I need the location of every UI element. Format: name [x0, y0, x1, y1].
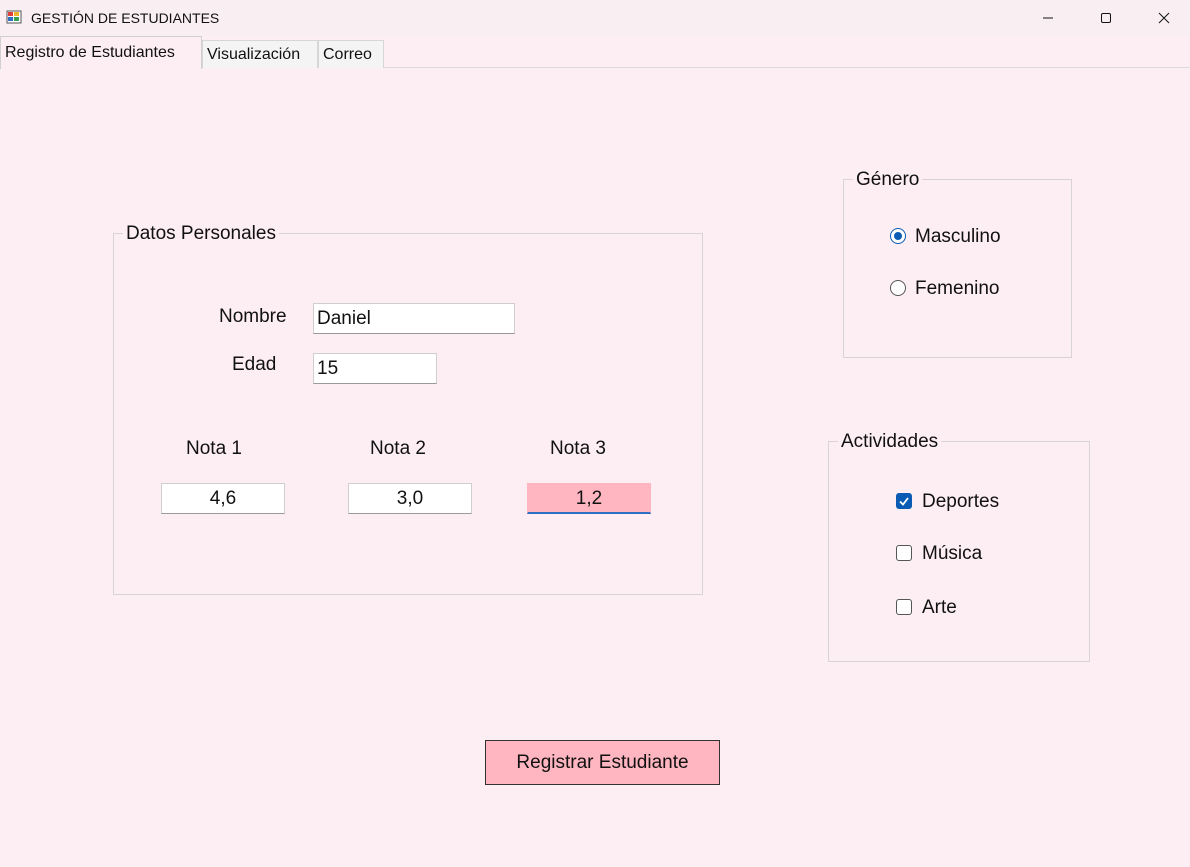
tab-visualizacion[interactable]: Visualización	[202, 40, 318, 68]
nota-3-label: Nota 3	[550, 438, 606, 459]
app-icon	[6, 10, 22, 24]
minimize-icon	[1043, 17, 1053, 19]
genero-title: Género	[853, 169, 923, 191]
musica-label[interactable]: Música	[922, 543, 982, 565]
tab-registro-de-estudiantes[interactable]: Registro de Estudiantes	[0, 36, 202, 69]
femenino-radio[interactable]	[890, 280, 906, 296]
actividades-title: Actividades	[838, 431, 942, 453]
edad-label: Edad	[232, 354, 277, 375]
checkmark-icon	[899, 497, 909, 506]
femenino-label[interactable]: Femenino	[915, 278, 1000, 300]
nombre-field[interactable]: Daniel	[313, 303, 515, 334]
maximize-icon	[1101, 13, 1111, 23]
tab-correo[interactable]: Correo	[318, 40, 384, 68]
genero-group: Género	[843, 169, 1072, 358]
window-title: GESTIÓN DE ESTUDIANTES	[31, 10, 220, 26]
registrar-estudiante-button[interactable]: Registrar Estudiante	[485, 740, 720, 785]
arte-label[interactable]: Arte	[922, 597, 957, 619]
nota-3-field[interactable]: 1,2	[527, 483, 651, 514]
nota-1-label: Nota 1	[186, 438, 242, 459]
nota-2-field[interactable]: 3,0	[348, 483, 472, 514]
datos-personales-group: Datos Personales	[113, 223, 703, 595]
deportes-checkbox[interactable]	[896, 493, 912, 509]
masculino-radio[interactable]	[890, 228, 906, 244]
musica-checkbox[interactable]	[896, 545, 912, 561]
nota-2-label: Nota 2	[370, 438, 426, 459]
arte-checkbox[interactable]	[896, 599, 912, 615]
minimize-button[interactable]	[1019, 0, 1077, 36]
maximize-button[interactable]	[1077, 0, 1135, 36]
edad-field[interactable]: 15	[313, 353, 437, 384]
close-icon	[1158, 12, 1170, 24]
masculino-label[interactable]: Masculino	[915, 226, 1001, 248]
nota-1-field[interactable]: 4,6	[161, 483, 285, 514]
close-button[interactable]	[1135, 0, 1190, 36]
title-bar: GESTIÓN DE ESTUDIANTES	[0, 0, 1190, 36]
datos-personales-title: Datos Personales	[123, 223, 279, 245]
nombre-label: Nombre	[219, 306, 287, 327]
deportes-label[interactable]: Deportes	[922, 491, 999, 513]
tab-strip: Registro de Estudiantes Visualización Co…	[0, 36, 1190, 69]
